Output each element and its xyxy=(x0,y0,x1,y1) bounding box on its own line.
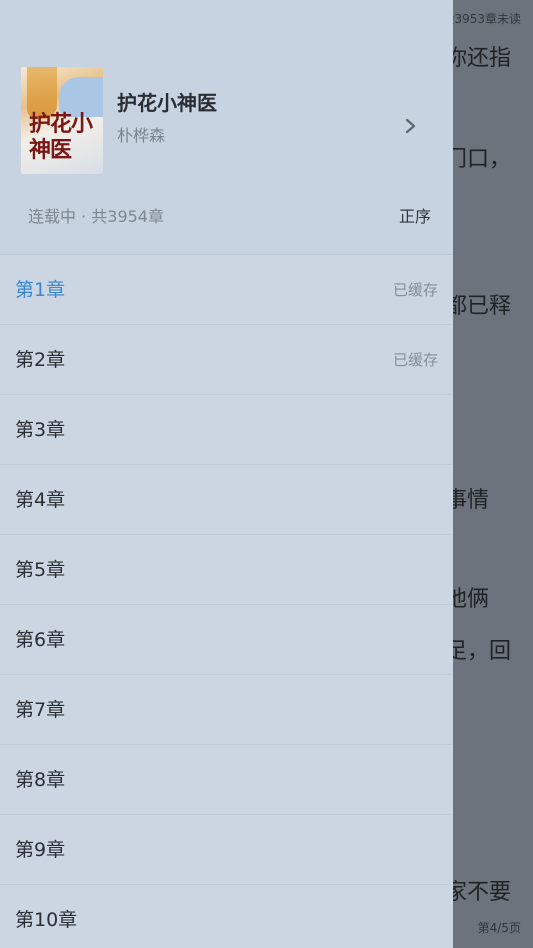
reader-text-line: 你还指 xyxy=(445,46,512,71)
reader-text-line: 门口， xyxy=(445,147,512,172)
cover-title-art: 护花小神医 xyxy=(29,111,93,163)
book-header: 护花小神医 护花小神医 朴桦森 连载中 · 共3954章 正序 xyxy=(0,0,453,255)
chapter-item[interactable]: 第5章 xyxy=(0,535,453,605)
unread-status: 余3953章未读 xyxy=(442,12,521,26)
cached-badge: 已缓存 xyxy=(392,281,438,299)
chapter-label: 第10章 xyxy=(15,909,78,931)
chapter-label: 第7章 xyxy=(15,699,66,721)
reader-text-line: 家不要 xyxy=(445,880,512,905)
chapter-item[interactable]: 第1章 已缓存 xyxy=(0,255,453,325)
chapter-item[interactable]: 第8章 xyxy=(0,745,453,815)
chapter-label: 第8章 xyxy=(15,769,66,791)
chapter-item[interactable]: 第9章 xyxy=(0,815,453,885)
chapter-item[interactable]: 第10章 xyxy=(0,885,453,948)
chapter-item[interactable]: 第3章 xyxy=(0,395,453,465)
reader-text-line: 足，回 xyxy=(445,639,512,664)
chevron-right-icon[interactable] xyxy=(400,114,422,138)
book-author: 朴桦森 xyxy=(117,126,166,145)
chapter-list: 第1章 已缓存 第2章 已缓存 第3章 第4章 第5章 第6章 第7章 第8章 xyxy=(0,255,453,948)
chapter-label: 第9章 xyxy=(15,839,66,861)
chapter-drawer: 护花小神医 护花小神医 朴桦森 连载中 · 共3954章 正序 第1章 已缓存 … xyxy=(0,0,453,948)
chapter-label: 第4章 xyxy=(15,489,66,511)
book-cover[interactable]: 护花小神医 xyxy=(21,67,103,174)
chapter-item[interactable]: 第4章 xyxy=(0,465,453,535)
book-status-meta: 连载中 · 共3954章 xyxy=(28,207,164,226)
chapter-label: 第3章 xyxy=(15,419,66,441)
chapter-item[interactable]: 第6章 xyxy=(0,605,453,675)
book-title[interactable]: 护花小神医 xyxy=(117,87,217,116)
chapter-label: 第1章 xyxy=(15,279,66,301)
cached-badge: 已缓存 xyxy=(392,351,438,369)
chapter-item[interactable]: 第7章 xyxy=(0,675,453,745)
chapter-label: 第2章 xyxy=(15,349,66,371)
chapter-label: 第5章 xyxy=(15,559,66,581)
chapter-item[interactable]: 第2章 已缓存 xyxy=(0,325,453,395)
chapter-label: 第6章 xyxy=(15,629,66,651)
reader-text-line: 都已释 xyxy=(445,294,512,319)
page-number: 第4/5页 xyxy=(477,921,521,935)
sort-order-toggle[interactable]: 正序 xyxy=(399,203,431,227)
